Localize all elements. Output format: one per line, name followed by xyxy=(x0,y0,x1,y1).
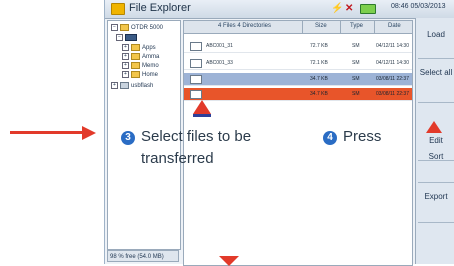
column-divider xyxy=(374,21,375,33)
selection-indicator-base xyxy=(193,114,211,117)
sort-button[interactable]: Sort xyxy=(416,152,454,162)
tree-item-memo[interactable]: + Memo xyxy=(122,62,159,69)
softkey-divider xyxy=(418,222,454,223)
softkey-divider xyxy=(418,182,454,183)
usb-icon xyxy=(120,82,129,89)
step-4-badge: 4 xyxy=(323,131,337,145)
expand-icon[interactable]: + xyxy=(122,62,129,69)
device-screen: File Explorer ⚡ ✕ 08:46 05/03/2013 − OTD… xyxy=(104,0,454,266)
select-all-button[interactable]: Select all xyxy=(417,68,454,78)
folder-icon xyxy=(131,71,140,78)
file-name: ABC001_33 xyxy=(206,60,233,66)
selection-indicator-arrow xyxy=(193,100,211,114)
tree-item-label: Home xyxy=(142,71,159,78)
window-title: File Explorer xyxy=(129,2,191,14)
tree-item-label: Amma xyxy=(142,53,160,60)
tree-root-label: OTDR 5000 xyxy=(131,24,164,31)
trace-file-icon xyxy=(190,59,202,68)
file-row-selected[interactable]: 34.7 KB SM 03/08/11 22:37 xyxy=(184,88,412,101)
folder-icon xyxy=(125,34,137,41)
step-3-badge: 3 xyxy=(121,131,135,145)
tree-item-internal[interactable]: − xyxy=(116,34,137,41)
expand-icon[interactable]: + xyxy=(122,44,129,51)
collapse-icon[interactable]: − xyxy=(116,34,123,41)
tree-item-amma[interactable]: + Amma xyxy=(122,53,159,60)
title-bar: File Explorer ⚡ ✕ 08:46 05/03/2013 xyxy=(105,0,454,19)
battery-icon xyxy=(360,4,376,14)
file-date: 03/08/11 22:37 xyxy=(376,91,409,97)
column-header-date[interactable]: Date xyxy=(388,23,401,29)
load-button[interactable]: Load xyxy=(416,30,454,40)
expand-icon[interactable]: + xyxy=(122,53,129,60)
column-header-size[interactable]: Size xyxy=(315,23,327,29)
tree-item-label: usbflash xyxy=(131,82,154,89)
trace-file-icon xyxy=(190,42,202,51)
folder-icon xyxy=(131,53,140,60)
file-name: ABC001_31 xyxy=(206,43,233,49)
tree-root[interactable]: − OTDR 5000 xyxy=(111,24,163,31)
network-icon: ✕ xyxy=(345,3,354,14)
trace-file-icon xyxy=(190,75,202,84)
column-divider xyxy=(302,21,303,33)
scroll-down-indicator xyxy=(219,256,239,266)
file-size: 34.7 KB xyxy=(310,76,328,82)
file-type: SM xyxy=(352,76,360,82)
column-header-name[interactable]: 4 Files 4 Directories xyxy=(218,23,271,29)
tree-item-apps[interactable]: + Apps xyxy=(122,44,156,51)
free-space-status: 98 % free (54.0 MB) xyxy=(107,250,179,262)
softkey-divider xyxy=(418,102,454,103)
file-type: SM xyxy=(352,91,360,97)
file-list-header: 4 Files 4 Directories Size Type Date xyxy=(184,21,412,34)
edit-indicator-arrow xyxy=(426,121,442,133)
tree-item-home[interactable]: + Home xyxy=(122,71,158,78)
file-date: 04/12/11 14:30 xyxy=(376,60,409,66)
expand-icon[interactable]: + xyxy=(122,71,129,78)
tree-item-label: Memo xyxy=(142,62,159,69)
pointer-arrow xyxy=(10,131,84,134)
step-3-text-line1: Select files to be xyxy=(141,128,252,145)
file-type: SM xyxy=(352,43,360,49)
plug-icon: ⚡ xyxy=(331,3,344,14)
export-button[interactable]: Export xyxy=(416,192,454,202)
folder-icon xyxy=(131,62,140,69)
file-row-selected[interactable]: 34.7 KB SM 03/08/11 22:37 xyxy=(184,73,412,86)
step-3-text-line2: transferred xyxy=(141,150,214,167)
file-size: 72.7 KB xyxy=(310,43,328,49)
tree-item-label: Apps xyxy=(142,44,156,51)
file-date: 04/12/11 14:30 xyxy=(376,43,409,49)
folder-app-icon xyxy=(111,3,125,15)
file-type: SM xyxy=(352,60,360,66)
step-4-text: Press xyxy=(343,128,382,145)
clock: 08:46 05/03/2013 xyxy=(391,3,446,10)
column-divider xyxy=(340,21,341,33)
folder-icon xyxy=(120,24,129,31)
file-row[interactable]: ABC001_33 72.1 KB SM 04/12/11 14:30 xyxy=(184,57,412,70)
file-size: 72.1 KB xyxy=(310,60,328,66)
pointer-arrow-head xyxy=(82,126,96,140)
trace-file-icon xyxy=(190,90,202,99)
file-row[interactable]: ABC001_31 72.7 KB SM 04/12/11 14:30 xyxy=(184,40,412,53)
folder-icon xyxy=(131,44,140,51)
collapse-icon[interactable]: − xyxy=(111,24,118,31)
softkey-divider xyxy=(418,58,454,59)
file-size: 34.7 KB xyxy=(310,91,328,97)
file-date: 03/08/11 22:37 xyxy=(376,76,409,82)
softkey-bar: Load Select all Edit Sort Export xyxy=(415,18,454,264)
edit-button[interactable]: Edit xyxy=(416,136,454,146)
expand-icon[interactable]: + xyxy=(111,82,118,89)
tree-item-usb[interactable]: + usbflash xyxy=(111,82,153,89)
column-header-type[interactable]: Type xyxy=(350,23,363,29)
